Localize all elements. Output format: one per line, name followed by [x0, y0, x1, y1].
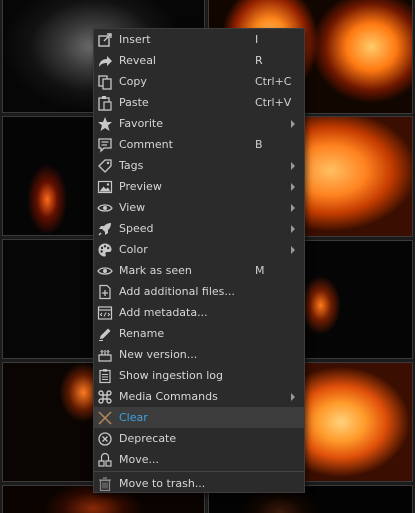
context-menu: Insert I Reveal R Copy Ctrl+C Paste Ctrl… — [93, 28, 305, 493]
palette-icon — [97, 242, 113, 258]
reveal-icon — [97, 53, 113, 69]
log-icon — [97, 368, 113, 384]
menu-item-label: Move... — [119, 453, 159, 466]
menu-item-reveal[interactable]: Reveal R — [94, 50, 304, 71]
menu-item-move[interactable]: Move... — [94, 449, 304, 470]
menu-item-new-version[interactable]: New version... — [94, 344, 304, 365]
menu-item-add-metadata[interactable]: Add metadata... — [94, 302, 304, 323]
menu-item-color[interactable]: Color — [94, 239, 304, 260]
menu-item-label: Mark as seen — [119, 264, 192, 277]
comment-icon — [97, 137, 113, 153]
menu-item-label: Move to trash... — [119, 477, 206, 490]
submenu-arrow-icon — [291, 225, 295, 233]
menu-item-label: Deprecate — [119, 432, 177, 445]
add-file-icon — [97, 284, 113, 300]
menu-item-shortcut: Ctrl+V — [255, 96, 292, 109]
menu-item-label: Insert — [119, 33, 151, 46]
submenu-arrow-icon — [291, 246, 295, 254]
menu-item-preview[interactable]: Preview — [94, 176, 304, 197]
menu-item-label: Tags — [119, 159, 144, 172]
menu-item-rename[interactable]: Rename — [94, 323, 304, 344]
command-icon — [97, 389, 113, 405]
menu-item-deprecate[interactable]: Deprecate — [94, 428, 304, 449]
menu-item-shortcut: R — [255, 54, 263, 67]
menu-item-comment[interactable]: Comment B — [94, 134, 304, 155]
menu-item-label: Speed — [119, 222, 154, 235]
trash-icon — [97, 476, 113, 492]
menu-item-speed[interactable]: Speed — [94, 218, 304, 239]
menu-item-copy[interactable]: Copy Ctrl+C — [94, 71, 304, 92]
menu-item-label: Copy — [119, 75, 147, 88]
copy-icon — [97, 74, 113, 90]
paste-icon — [97, 95, 113, 111]
menu-item-label: View — [119, 201, 146, 214]
tag-icon — [97, 158, 113, 174]
menu-item-label: Favorite — [119, 117, 163, 130]
menu-item-label: Comment — [119, 138, 173, 151]
submenu-arrow-icon — [291, 183, 295, 191]
new-version-icon — [97, 347, 113, 363]
menu-item-label: Media Commands — [119, 390, 218, 403]
menu-item-insert[interactable]: Insert I — [94, 29, 304, 50]
menu-item-label: Show ingestion log — [119, 369, 224, 382]
menu-item-label: Add metadata... — [119, 306, 208, 319]
metadata-icon — [97, 305, 113, 321]
media-browser: Insert I Reveal R Copy Ctrl+C Paste Ctrl… — [0, 0, 415, 513]
image-icon — [97, 179, 113, 195]
submenu-arrow-icon — [291, 204, 295, 212]
menu-item-show-ingestion-log[interactable]: Show ingestion log — [94, 365, 304, 386]
deprecate-icon — [97, 431, 113, 447]
menu-item-move-to-trash[interactable]: Move to trash... — [94, 473, 304, 494]
insert-icon — [97, 32, 113, 48]
menu-item-paste[interactable]: Paste Ctrl+V — [94, 92, 304, 113]
menu-separator — [94, 471, 304, 472]
menu-item-add-additional-files[interactable]: Add additional files... — [94, 281, 304, 302]
menu-item-clear[interactable]: Clear — [94, 407, 304, 428]
menu-item-label: New version... — [119, 348, 198, 361]
star-icon — [97, 116, 113, 132]
menu-item-shortcut: I — [255, 33, 259, 46]
menu-item-tags[interactable]: Tags — [94, 155, 304, 176]
clear-icon — [97, 410, 113, 426]
menu-item-label: Add additional files... — [119, 285, 235, 298]
eye-icon — [97, 200, 113, 216]
menu-item-view[interactable]: View — [94, 197, 304, 218]
menu-item-label: Paste — [119, 96, 149, 109]
menu-item-label: Reveal — [119, 54, 156, 67]
submenu-arrow-icon — [291, 393, 295, 401]
eye-seen-icon — [97, 263, 113, 279]
move-icon — [97, 452, 113, 468]
menu-item-shortcut: M — [255, 264, 265, 277]
menu-item-label: Clear — [119, 411, 148, 424]
menu-item-shortcut: B — [255, 138, 263, 151]
menu-item-mark-as-seen[interactable]: Mark as seen M — [94, 260, 304, 281]
menu-item-label: Color — [119, 243, 148, 256]
submenu-arrow-icon — [291, 120, 295, 128]
pencil-icon — [97, 326, 113, 342]
menu-item-favorite[interactable]: Favorite — [94, 113, 304, 134]
menu-item-label: Rename — [119, 327, 165, 340]
menu-item-shortcut: Ctrl+C — [255, 75, 292, 88]
rocket-icon — [97, 221, 113, 237]
submenu-arrow-icon — [291, 162, 295, 170]
menu-item-media-commands[interactable]: Media Commands — [94, 386, 304, 407]
menu-item-label: Preview — [119, 180, 162, 193]
